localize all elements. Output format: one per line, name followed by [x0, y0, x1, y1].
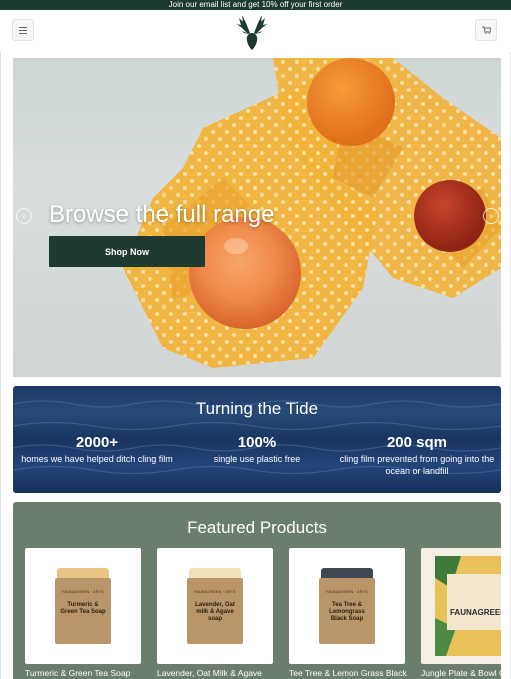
hero-banner[interactable]: ‹ › Browse the full range Shop Now [13, 58, 501, 377]
product-card[interactable]: FAUNAGREEN · ARTS Lavender, Oat milk & A… [157, 548, 273, 678]
product-name[interactable]: Tee Tree & Lemon Grass Black [289, 668, 407, 678]
leaf-pattern [435, 556, 501, 656]
box-label: Lavender, Oat milk & Agave soap [195, 602, 235, 622]
product-name[interactable]: Turmeric & Green Tea Soap [25, 668, 141, 678]
announcement-bar[interactable]: Join our email list and get 10% off your… [0, 0, 511, 10]
hero-title: Browse the full range [49, 201, 275, 228]
stag-logo[interactable] [228, 11, 276, 51]
product-image[interactable]: FAUNAGREEN · ARTS Turmeric & Green Tea S… [25, 548, 141, 664]
cart-button[interactable] [475, 19, 497, 41]
stat-value: 100% [237, 434, 277, 451]
product-card[interactable]: FAUNAGREEN Jungle Plate & Bowl C [421, 548, 501, 678]
product-card[interactable]: FAUNAGREEN · ARTS Tea Tree & Lemongrass … [289, 548, 407, 678]
product-image[interactable]: FAUNAGREEN · ARTS Tea Tree & Lemongrass … [289, 548, 405, 664]
brand-label: FAUNAGREEN · ARTS [326, 590, 368, 594]
stat-value: 2000+ [75, 434, 119, 451]
featured-title: Featured Products [187, 518, 327, 537]
impact-section: Turning the Tide 2000+ homes we have hel… [13, 386, 501, 493]
brand-label: FAUNAGREEN · ARTS [62, 590, 104, 594]
box-label: Tea Tree & Lemongrass Black Soap [329, 602, 365, 622]
brand-label: FAUNAGREEN · ARTS [194, 590, 236, 594]
prev-slide-button[interactable]: ‹ [16, 208, 32, 224]
product-image[interactable]: FAUNAGREEN · ARTS Lavender, Oat milk & A… [157, 548, 273, 664]
stat-label: homes we have helped ditch cling film [21, 454, 173, 464]
featured-products-section: Featured Products FAUNAGREEN · ARTS Turm… [13, 502, 501, 679]
menu-button[interactable] [12, 19, 34, 41]
chevron-right-icon: › [489, 211, 493, 221]
soap-box: FAUNAGREEN · ARTS Turmeric & Green Tea S… [55, 578, 111, 644]
stat-plastic-free: 100% single use plastic free [177, 434, 337, 465]
soap-box: FAUNAGREEN · ARTS Lavender, Oat milk & A… [187, 578, 243, 644]
product-name[interactable]: Jungle Plate & Bowl C [421, 668, 501, 678]
next-slide-button[interactable]: › [483, 208, 499, 224]
announcement-text[interactable]: Join our email list and get 10% off your… [169, 0, 343, 9]
menu-icon [19, 26, 27, 34]
cart-icon [481, 26, 491, 34]
stat-homes: 2000+ homes we have helped ditch cling f… [17, 434, 177, 465]
stat-label: cling film prevented from going into the… [339, 454, 495, 476]
product-card[interactable]: FAUNAGREEN · ARTS Turmeric & Green Tea S… [25, 548, 141, 678]
impact-title: Turning the Tide [195, 399, 319, 418]
site-header [0, 10, 511, 52]
box-label: Turmeric & Green Tea Soap [60, 602, 106, 615]
box-label: FAUNAGREEN [449, 608, 501, 617]
shop-now-button[interactable]: Shop Now [49, 236, 205, 267]
stat-cling-film: 200 sqm cling film prevented from going … [337, 434, 497, 477]
product-name[interactable]: Lavender, Oat Milk & Agave [157, 668, 273, 678]
chevron-left-icon: ‹ [22, 211, 26, 221]
product-image[interactable]: FAUNAGREEN [421, 548, 501, 664]
stat-value: 200 sqm [386, 434, 448, 451]
stat-label: single use plastic free [213, 454, 301, 464]
soap-box: FAUNAGREEN · ARTS Tea Tree & Lemongrass … [319, 578, 375, 644]
